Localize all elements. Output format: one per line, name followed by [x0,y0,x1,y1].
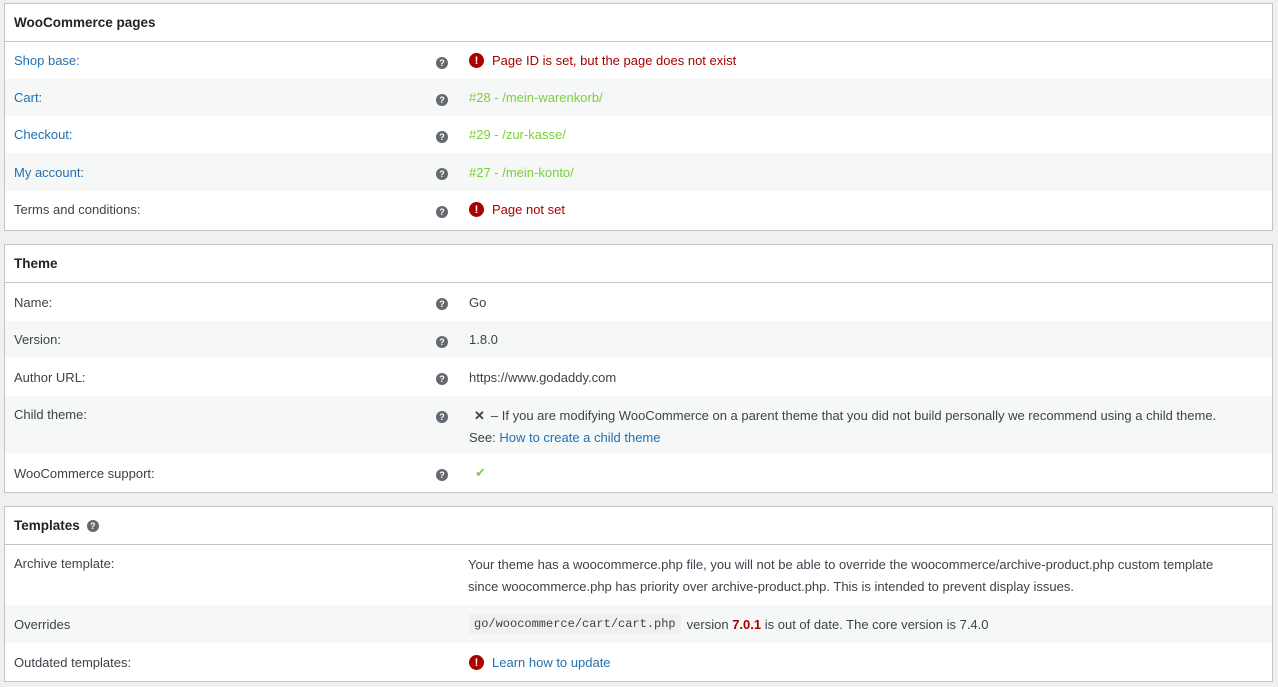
checkout-value: #29 - /zur-kasse/ [469,127,566,142]
archive-template-value: Your theme has a woocommerce.php file, y… [468,557,1214,594]
table-row: WooCommerce support: ? ✔ [5,454,1272,492]
theme-name-value: Go [469,294,487,310]
help-icon[interactable]: ? [436,57,448,69]
override-file-path: go/woocommerce/cart/cart.php [469,614,681,634]
cross-icon: ✕ [474,408,485,423]
error-icon: ! [469,53,484,68]
theme-version-value: 1.8.0 [469,332,498,347]
help-icon[interactable]: ? [436,131,448,143]
learn-how-to-update-link[interactable]: Learn how to update [492,655,611,670]
table-row: Child theme: ? ✕ – If you are modifying W… [5,396,1272,454]
help-icon[interactable]: ? [436,298,448,310]
woocommerce-support-label: WooCommerce support: [14,465,155,481]
child-theme-value: ✕ – If you are modifying WooCommerce on a… [469,396,1239,454]
help-icon[interactable]: ? [436,411,448,423]
table-row: Overrides go/woocommerce/cart/cart.php v… [5,605,1272,643]
table-row: Shop base: ? ! Page ID is set, but the p… [5,42,1272,79]
my-account-value: #27 - /mein-konto/ [469,164,574,180]
help-icon[interactable]: ? [436,336,448,348]
woocommerce-pages-heading: WooCommerce pages [5,4,1272,42]
shop-base-link[interactable]: Shop base: [14,42,80,79]
terms-label: Terms and conditions: [14,202,141,217]
theme-panel: Theme Name: ? Go Version: ? 1.8.0 Author… [4,244,1273,493]
table-row: Terms and conditions: ? ! Page not set [5,191,1272,228]
terms-value: ! Page not set [469,191,565,228]
theme-version-label: Version: [14,332,61,347]
error-icon: ! [469,655,484,670]
archive-template-label: Archive template: [14,556,115,571]
templates-heading: Templates ? [5,507,1272,545]
shop-base-error-text: Page ID is set, but the page does not ex… [492,53,737,68]
help-icon[interactable]: ? [436,206,448,218]
child-theme-help-link[interactable]: How to create a child theme [499,430,660,445]
overrides-value: go/woocommerce/cart/cart.php version 7.0… [469,605,989,643]
checkout-link[interactable]: Checkout: [14,116,73,153]
table-row: Name: ? Go [5,283,1272,321]
author-url-value: https://www.godaddy.com [469,369,617,385]
table-row: Version: ? 1.8.0 [5,321,1272,358]
help-icon[interactable]: ? [436,168,448,180]
cart-link[interactable]: Cart: [14,79,42,116]
cart-value: #28 - /mein-warenkorb/ [469,90,603,105]
override-version: 7.0.1 [732,616,762,632]
help-icon[interactable]: ? [436,373,448,385]
templates-title: Templates [14,518,80,533]
overrides-label: Overrides [14,616,71,632]
check-icon: ✔ [475,465,486,480]
templates-panel: Templates ? Archive template: Your theme… [4,506,1273,682]
override-status: is out of date. The core version is 7.4.… [764,616,989,632]
override-version-word: version [686,616,729,632]
table-row: Outdated templates: ! Learn how to updat… [5,643,1272,682]
theme-name-label: Name: [14,294,53,310]
outdated-templates-label: Outdated templates: [14,655,132,670]
woocommerce-pages-panel: WooCommerce pages Shop base: ? ! Page ID… [4,3,1273,231]
help-icon[interactable]: ? [436,94,448,106]
table-row: Author URL: ? https://www.godaddy.com [5,358,1272,396]
table-row: Archive template: Your theme has a wooco… [5,545,1272,605]
theme-heading: Theme [5,245,1272,283]
author-url-label: Author URL: [14,369,86,385]
table-row: Checkout: ? #29 - /zur-kasse/ [5,116,1272,153]
child-theme-label: Child theme: [14,407,87,422]
help-icon[interactable]: ? [86,519,99,532]
table-row: My account: ? #27 - /mein-konto/ [5,153,1272,191]
outdated-templates-value: ! Learn how to update [469,643,611,682]
table-row: Cart: ? #28 - /mein-warenkorb/ [5,79,1272,116]
terms-error-text: Page not set [492,202,565,217]
help-icon[interactable]: ? [436,469,448,481]
my-account-link[interactable]: My account: [14,153,84,191]
error-icon: ! [469,202,484,217]
shop-base-value: ! Page ID is set, but the page does not … [469,42,736,79]
